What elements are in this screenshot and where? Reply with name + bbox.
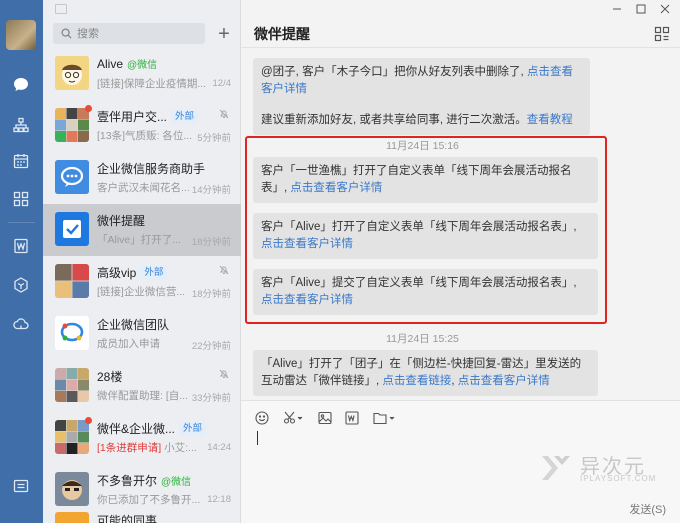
chat-info-icon[interactable]: [654, 26, 670, 42]
tutorial-link[interactable]: 查看教程: [527, 114, 573, 126]
avatar: [55, 160, 89, 194]
conversation-panel: 微伴提醒 @团子, 客户「木子今口」把你从好友列表中删除了, 点击查看客户详情 …: [241, 0, 680, 523]
chat-item-28f[interactable]: 28楼 微伴配置助理: [自... 33分钟前: [43, 360, 241, 412]
avatar: [55, 212, 89, 246]
search-row: +: [43, 0, 241, 48]
collapse-icon[interactable]: [55, 4, 67, 14]
chat-item-alive[interactable]: Alive @微信 [链接]保障企业疫情期... 12/4: [43, 48, 241, 100]
chat-list-panel: + Alive @微信 [链接]保障企业疫情期... 12/4 壹伴用户交...…: [43, 0, 241, 523]
apps-icon[interactable]: [11, 189, 31, 209]
chat-time: 12/4: [212, 78, 232, 89]
avatar: [55, 316, 89, 350]
chat-item-service-assistant[interactable]: 企业微信服务商助手 客户武汉未闻花名... 14分钟前: [43, 152, 241, 204]
chat-name: 壹伴用户交... 外部: [97, 108, 199, 125]
external-badge: 外部: [171, 109, 199, 124]
external-badge: 外部: [179, 421, 207, 436]
text-cursor: [257, 431, 258, 445]
join-request-alert: [1条进群申请]: [97, 442, 162, 454]
word-doc-icon[interactable]: [345, 410, 359, 426]
chat-name: 企业微信服务商助手: [97, 162, 206, 176]
timestamp: 11月24日 15:25: [386, 333, 459, 345]
org-icon[interactable]: [11, 115, 31, 135]
wechat-badge: @微信: [127, 60, 158, 71]
chat-item-colleagues[interactable]: 可能的同事: [43, 506, 241, 523]
wechat-badge: @微信: [161, 477, 192, 488]
avatar: [55, 512, 89, 523]
chat-icon[interactable]: [11, 75, 31, 95]
chat-name: 微伴&企业微... 外部: [97, 420, 207, 437]
page-title: 微伴提醒: [254, 26, 310, 42]
group-avatar: [55, 420, 89, 454]
folder-icon[interactable]: [373, 410, 395, 426]
maximize-icon[interactable]: [634, 2, 648, 16]
watermark-url: IPLAYSOFT.COM: [580, 474, 657, 483]
rail-divider: [8, 222, 35, 223]
chat-time: 33分钟前: [191, 393, 231, 404]
mute-icon: [219, 109, 229, 119]
mute-icon: [219, 265, 229, 275]
chat-item-weiban-reminder[interactable]: 微伴提醒 「Alive」打开了... 18分钟前: [43, 204, 241, 256]
search-box[interactable]: [53, 23, 205, 44]
close-icon[interactable]: [658, 2, 672, 16]
chat-name: 28楼: [97, 370, 123, 384]
unread-dot: [85, 417, 92, 424]
image-icon[interactable]: [318, 410, 332, 426]
chat-item-weiban-wecom[interactable]: 微伴&企业微... 外部 [1条进群申请] 小艾:... 14:24: [43, 412, 241, 464]
group-avatar: [55, 108, 89, 142]
chat-time: 18分钟前: [191, 237, 231, 248]
chat-preview: [1条进群申请] 小艾:...: [97, 442, 197, 454]
chat-time: 22分钟前: [191, 341, 231, 352]
doc-icon[interactable]: [11, 236, 31, 256]
message-bubble: @团子, 客户「木子今口」把你从好友列表中删除了, 点击查看客户详情 建议重新添…: [253, 58, 590, 135]
customer-detail-link[interactable]: 点击查看客户详情: [458, 375, 550, 387]
chat-item-vip[interactable]: 高级vip 外部 [链接]企业微信营... 18分钟前: [43, 256, 241, 308]
chat-item-wecom-team[interactable]: 企业微信团队 成员加入申请 22分钟前: [43, 308, 241, 360]
add-button[interactable]: +: [213, 23, 235, 45]
chat-preview: [链接]保障企业疫情期...: [97, 78, 207, 90]
external-badge: 外部: [140, 265, 168, 280]
chat-preview: 你已添加了不多鲁开...: [97, 494, 201, 506]
chat-name: Alive @微信: [97, 56, 158, 72]
chat-time: 5分钟前: [197, 133, 231, 144]
message-bubble: 「Alive」打开了「团子」在「侧边栏-快捷回复-雷达」里发送的互动雷达「微伴链…: [253, 350, 598, 396]
message-list: @团子, 客户「木子今口」把你从好友列表中删除了, 点击查看客户详情 建议重新添…: [241, 48, 680, 400]
avatar: [55, 56, 89, 90]
group-avatar: [55, 264, 89, 298]
calendar-icon[interactable]: [11, 151, 31, 171]
left-rail: [0, 0, 43, 523]
mute-icon: [219, 369, 229, 379]
cloud-icon[interactable]: [11, 314, 31, 334]
minimize-icon[interactable]: [610, 2, 624, 16]
conversation-header: 微伴提醒: [241, 0, 680, 48]
chat-item-yiban-users[interactable]: 壹伴用户交... 外部 [13条]气质贩: 各位... 5分钟前: [43, 100, 241, 152]
group-avatar: [55, 368, 89, 402]
search-icon: [61, 28, 72, 39]
chat-name: 不多鲁开尔 @微信: [97, 474, 192, 488]
search-input[interactable]: [77, 27, 197, 40]
chat-name: 高级vip 外部: [97, 264, 168, 281]
chat-time: 14分钟前: [191, 185, 231, 196]
menu-icon[interactable]: [11, 476, 31, 496]
highlight-box: [245, 136, 607, 324]
screenshot-icon[interactable]: [283, 410, 303, 426]
view-link-link[interactable]: 点击查看链接: [382, 375, 451, 387]
chat-time: 14:24: [207, 442, 231, 453]
chat-time: 18分钟前: [191, 289, 231, 300]
watermark-logo: 异次元 IPLAYSOFT.COM: [540, 450, 670, 486]
chat-name: 可能的同事: [97, 514, 158, 523]
user-avatar[interactable]: [6, 20, 36, 50]
emoji-icon[interactable]: [255, 410, 269, 426]
chat-time: 12:18: [207, 494, 231, 505]
unread-dot: [85, 105, 92, 112]
chat-name: 企业微信团队: [97, 318, 170, 332]
cube-icon[interactable]: [11, 275, 31, 295]
send-button[interactable]: 发送(S): [629, 501, 666, 517]
avatar: [55, 472, 89, 506]
chat-name: 微伴提醒: [97, 214, 146, 228]
